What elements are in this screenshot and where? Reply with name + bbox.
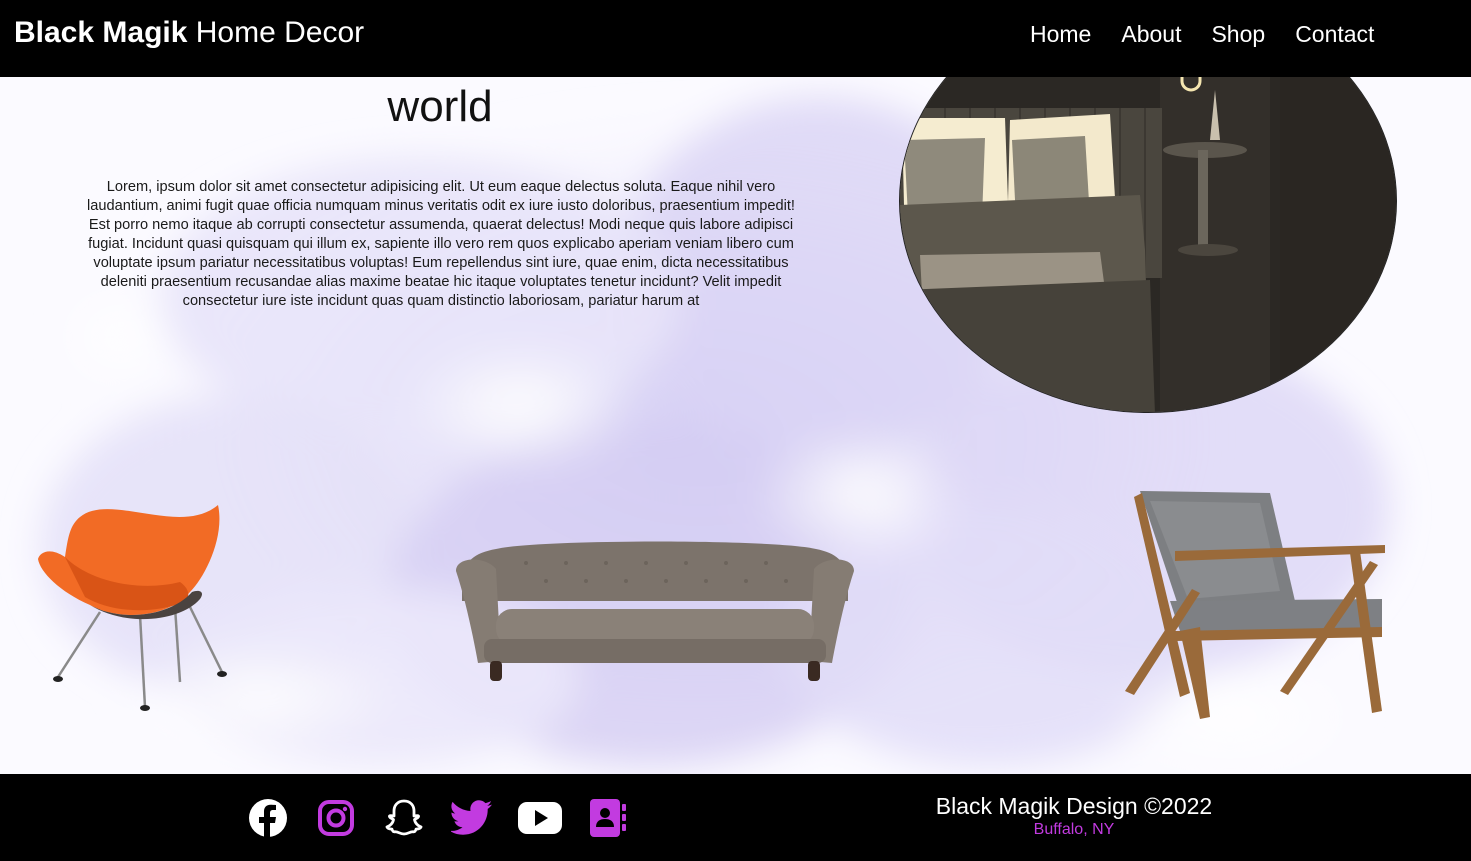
footer-location: Buffalo, NY xyxy=(1033,821,1115,838)
nav-shop-link[interactable]: Shop xyxy=(1211,20,1265,48)
hero-paragraph: Lorem, ipsum dolor sit amet consectetur … xyxy=(87,179,795,309)
brand-name: Black Magik xyxy=(14,16,188,49)
twitter-icon[interactable] xyxy=(450,796,494,840)
grey-armchair-image xyxy=(1125,491,1385,719)
hero-title: world xyxy=(387,82,493,131)
main-nav: Home About Shop Contact xyxy=(1030,20,1374,48)
contacts-icon[interactable] xyxy=(586,796,630,840)
site-footer: Black Magik Design ©2022 Buffalo, NY xyxy=(0,774,1471,861)
snapchat-icon[interactable] xyxy=(382,796,426,840)
nav-about-link[interactable]: About xyxy=(1121,20,1181,48)
orange-chair-image xyxy=(38,505,227,711)
chesterfield-sofa-image xyxy=(456,541,854,681)
youtube-icon[interactable] xyxy=(518,796,562,840)
facebook-icon[interactable] xyxy=(246,796,290,840)
hero-section: world Lorem, ipsum dolor sit amet consec… xyxy=(0,77,1471,774)
brand-subtitle: Home Decor xyxy=(187,16,365,49)
nav-contact-link[interactable]: Contact xyxy=(1295,20,1374,48)
instagram-icon[interactable] xyxy=(314,796,358,840)
brand-logo-text[interactable]: Black Magik Home Decor xyxy=(14,15,364,51)
footer-copyright: Black Magik Design ©2022 xyxy=(935,793,1213,819)
nav-home-link[interactable]: Home xyxy=(1030,20,1091,48)
social-links xyxy=(246,796,630,840)
footer-info: Black Magik Design ©2022 Buffalo, NY xyxy=(900,792,1248,840)
site-header: Black Magik Home Decor Home About Shop C… xyxy=(0,0,1471,77)
